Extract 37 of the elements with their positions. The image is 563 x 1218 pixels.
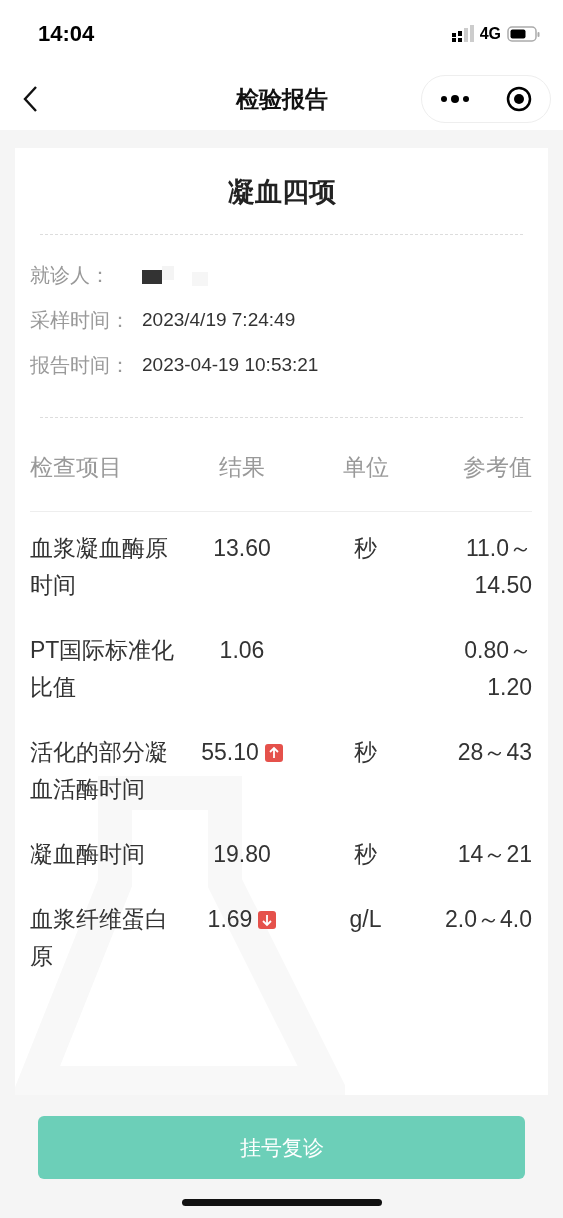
unit-cell-text: g/L [348,905,383,934]
reference-cell-text: 11.0～14.50 [464,534,532,600]
back-icon[interactable] [22,85,38,113]
result-cell-text: 13.60 [213,534,271,563]
more-icon[interactable] [440,94,470,104]
info-label: 报告时间： [30,352,131,378]
column-header: 参考值 [427,418,532,512]
item-cell-text: PT国际标准化比值 [30,636,176,702]
result-cell-text: 55.10 [201,738,259,767]
column-header: 结果 [180,418,304,512]
info-label: 就诊人： [30,262,111,288]
info-label: 采样时间： [30,307,131,333]
item-cell-text: 血浆凝血酶原时间 [30,534,169,600]
reference-cell-text: 2.0～4.0 [444,905,532,934]
reference-cell-text: 0.80～1.20 [463,636,532,702]
unit-cell-text: 秒 [353,840,378,869]
item-cell-text: 凝血酶时间 [30,840,146,869]
battery-icon [507,25,541,43]
item-cell-text: 活化的部分凝血活酶时间 [30,738,169,804]
revisit-button[interactable]: 挂号复诊 [38,1116,525,1179]
result-cell-text: 19.80 [213,840,271,869]
reference-cell-text: 14～21 [456,840,532,869]
result-cell-text: 1.06 [219,636,265,665]
column-header: 检查项目 [30,418,180,512]
result-cell-text: 1.69 [207,905,253,934]
info-value: 2023-04-19 10:53:21 [142,354,319,376]
item-cell-text: 血浆纤维蛋白原 [30,905,169,971]
reference-cell-text: 28～43 [456,738,532,767]
column-header: 单位 [304,418,427,512]
unit-cell-text: 秒 [353,738,378,767]
report-title: 凝血四项 [226,176,337,209]
signal-icon [451,25,474,43]
page-title: 检验报告 [235,84,328,114]
info-value: 2023/4/19 7:24:49 [142,309,296,331]
unit-cell-text: 秒 [353,534,378,563]
status-time: 14:04 [38,21,95,47]
network-label: 4G [479,25,501,43]
